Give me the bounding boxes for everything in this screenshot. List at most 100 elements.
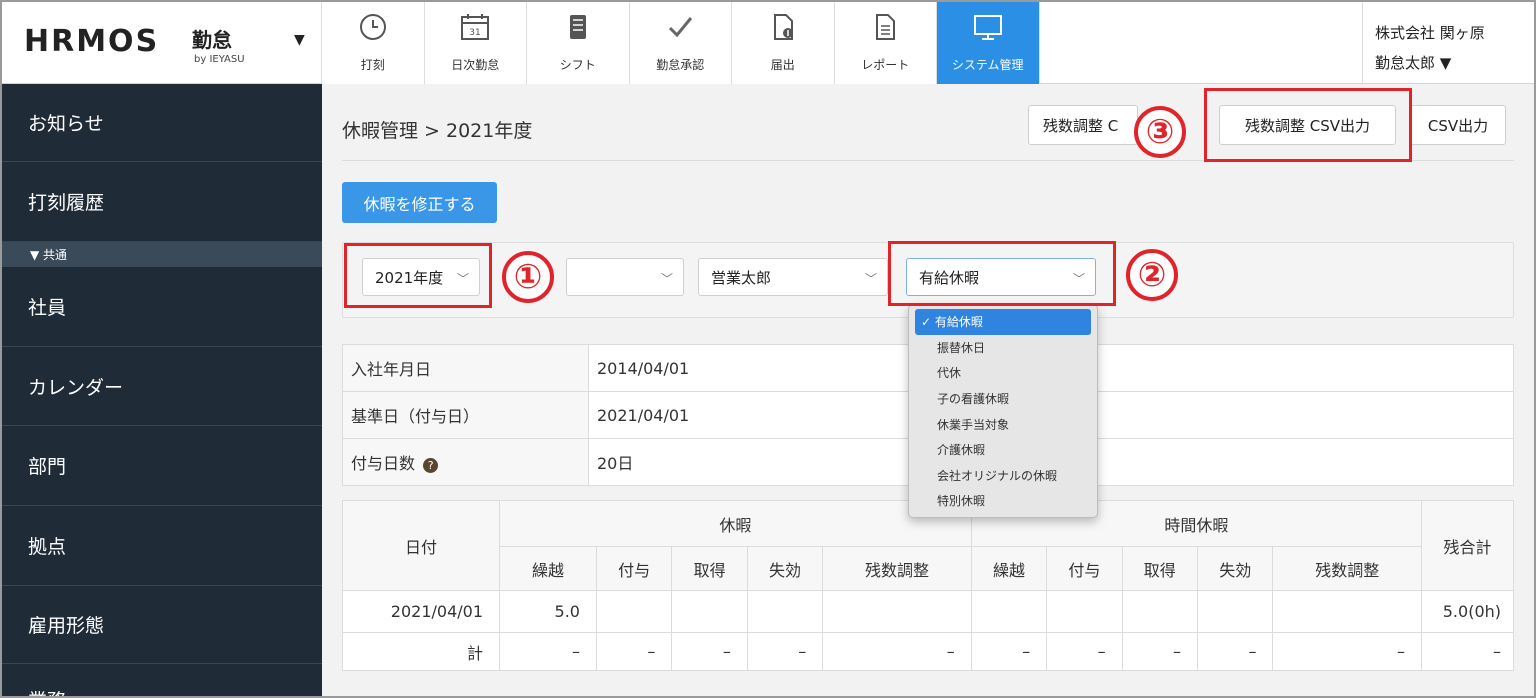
sidebar-item-employees[interactable]: 社員 — [2, 267, 322, 347]
table-cell: – — [499, 632, 597, 671]
table-cell: – — [970, 632, 1048, 671]
col-date: 日付 — [342, 500, 500, 591]
monitor-icon — [937, 12, 1039, 46]
tab-punch[interactable]: 打刻 — [322, 2, 425, 84]
tab-report[interactable]: レポート — [834, 2, 937, 84]
info-label: 入社年月日 — [342, 344, 589, 392]
table-subheader-row: 繰越 付与 取得 失効 残数調整 繰越 付与 取得 失効 残数調整 — [343, 546, 1514, 591]
table-cell — [822, 590, 972, 633]
csv-export-button[interactable]: CSV出力 — [1410, 105, 1506, 145]
sidebar-item-location[interactable]: 拠点 — [2, 506, 322, 586]
table-row-total: 計 – – – – – – – – – – – — [342, 632, 1514, 671]
col-group-leave: 休暇 — [499, 500, 972, 547]
dropdown-option[interactable]: 特別休暇 — [909, 488, 1097, 514]
document-icon — [732, 12, 834, 46]
employee-select[interactable]: 営業太郎 ﹀ — [698, 258, 888, 296]
table-cell — [671, 590, 748, 633]
calendar-icon: 31 — [425, 12, 527, 46]
table-cell — [746, 590, 824, 633]
group-select[interactable]: ﹀ — [566, 258, 684, 296]
tab-label: 届出 — [770, 58, 795, 72]
cell-total: – — [1421, 632, 1514, 671]
dropdown-option[interactable]: 代休 — [909, 360, 1097, 386]
col-granted: 付与 — [595, 546, 673, 591]
logo-area[interactable]: HRMOS 勤怠 by IEYASU ▼ — [2, 2, 322, 84]
top-header: HRMOS 勤怠 by IEYASU ▼ 打刻 31 日次勤怠 シフト 勤怠承認… — [2, 2, 1534, 84]
col-taken: 取得 — [1121, 546, 1199, 591]
info-label-row: 付与日数 ? — [342, 438, 589, 486]
logo-kintai: 勤怠 — [192, 28, 232, 52]
sidebar-item-calendar[interactable]: カレンダー — [2, 347, 322, 426]
table-cell — [595, 590, 673, 633]
annotation-box-3 — [1204, 88, 1412, 162]
clock-icon — [322, 12, 424, 46]
svg-text:31: 31 — [470, 28, 481, 38]
checkmark-icon — [630, 12, 732, 46]
sidebar-item-employment-type[interactable]: 雇用形態 — [2, 586, 322, 664]
table-cell — [1121, 590, 1199, 633]
dropdown-option[interactable]: 会社オリジナルの休暇 — [909, 463, 1097, 489]
sidebar: お知らせ 打刻履歴 ▼ 共通 社員 カレンダー 部門 拠点 雇用形態 業務 — [2, 84, 322, 696]
table-cell: – — [1197, 632, 1274, 671]
table-cell: – — [1121, 632, 1199, 671]
col-carryover: 繰越 — [970, 546, 1048, 591]
dropdown-option[interactable]: 子の看護休暇 — [909, 386, 1097, 412]
employee-value: 営業太郎 — [711, 268, 772, 287]
tab-approval[interactable]: 勤怠承認 — [629, 2, 732, 84]
tab-label: システム管理 — [951, 58, 1024, 72]
dropdown-option[interactable]: 休業手当対象 — [909, 411, 1097, 437]
annotation-box-1 — [344, 243, 492, 308]
sidebar-section-common[interactable]: ▼ 共通 — [2, 242, 322, 267]
table-row: 2021/04/01 5.0 5.0(0h) — [342, 590, 1514, 633]
sidebar-item-notices[interactable]: お知らせ — [2, 84, 322, 162]
app-frame: HRMOS 勤怠 by IEYASU ▼ 打刻 31 日次勤怠 シフト 勤怠承認… — [0, 0, 1536, 698]
table-cell: 5.0 — [499, 590, 597, 633]
table-cell: – — [1046, 632, 1123, 671]
annotation-number-2: ② — [1126, 249, 1178, 301]
logo-text: HRMOS — [24, 24, 160, 59]
dropdown-option[interactable]: 振替休日 — [909, 335, 1097, 361]
leave-type-dropdown: ✓ 有給休暇 振替休日 代休 子の看護休暇 休業手当対象 介護休暇 会社オリジナ… — [908, 304, 1098, 518]
table-cell — [1197, 590, 1274, 633]
sidebar-item-department[interactable]: 部門 — [2, 426, 322, 506]
table-cell — [970, 590, 1048, 633]
table-cell: – — [822, 632, 972, 671]
tab-request[interactable]: 届出 — [732, 2, 835, 84]
notebook-icon — [527, 12, 629, 46]
help-icon[interactable]: ? — [423, 458, 439, 473]
table-cell: – — [671, 632, 748, 671]
sidebar-item-punch-history[interactable]: 打刻履歴 — [2, 162, 322, 242]
table-cell: – — [595, 632, 673, 671]
company-name: 株式会社 関ヶ原 — [1375, 24, 1485, 42]
cell-total: 5.0(0h) — [1421, 590, 1514, 633]
tab-shift[interactable]: シフト — [527, 2, 630, 84]
col-total: 残合計 — [1421, 500, 1514, 591]
report-icon — [835, 12, 937, 46]
tab-daily[interactable]: 31 日次勤怠 — [424, 2, 527, 84]
col-granted: 付与 — [1046, 546, 1123, 591]
tab-label: 勤怠承認 — [656, 58, 705, 72]
col-adjustment: 残数調整 — [1272, 546, 1422, 591]
balance-adjust-csv-import-button[interactable]: 残数調整 C — [1028, 105, 1138, 145]
tab-label: レポート — [861, 58, 910, 72]
col-expired: 失効 — [746, 546, 824, 591]
cell-date: 計 — [342, 632, 500, 671]
main-nav: 打刻 31 日次勤怠 シフト 勤怠承認 届出 レポート システム管理 — [322, 2, 1040, 84]
leave-history-table: 日付 休暇 時間休暇 残合計 繰越 付与 取得 失効 残数調整 繰越 付与 取得… — [342, 500, 1514, 671]
chevron-down-icon[interactable]: ▼ — [294, 32, 305, 48]
col-adjustment: 残数調整 — [822, 546, 972, 591]
chevron-down-icon: ﹀ — [864, 272, 877, 286]
user-name[interactable]: 勤怠太郎 ▼ — [1375, 52, 1451, 73]
dropdown-option-paid-leave[interactable]: ✓ 有給休暇 — [915, 309, 1091, 335]
cell-date: 2021/04/01 — [342, 590, 500, 633]
dropdown-option[interactable]: 介護休暇 — [909, 437, 1097, 463]
col-carryover: 繰越 — [499, 546, 597, 591]
tab-system-admin[interactable]: システム管理 — [937, 2, 1040, 84]
table-cell: – — [1272, 632, 1422, 671]
tab-label: シフト — [559, 58, 596, 72]
table-cell: – — [746, 632, 824, 671]
sidebar-item-work[interactable]: 業務 — [2, 664, 322, 696]
account-menu[interactable]: 株式会社 関ヶ原 勤怠太郎 ▼ — [1362, 2, 1534, 84]
tab-label: 日次勤怠 — [451, 58, 500, 72]
edit-leave-button[interactable]: 休暇を修正する — [342, 182, 497, 223]
